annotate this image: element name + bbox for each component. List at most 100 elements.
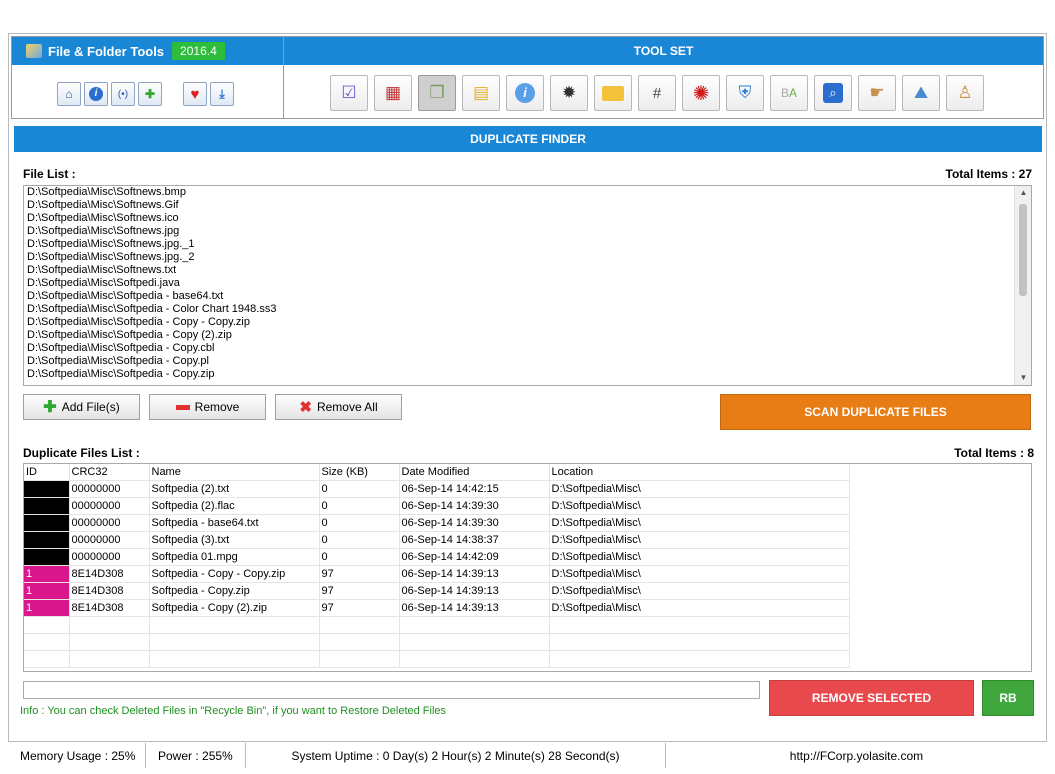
shield-icon[interactable]: ⛨ <box>726 75 764 111</box>
list-item[interactable]: D:\Softpedia\Misc\Softpedia - Copy.cbl <box>24 342 1031 355</box>
id-cell: 0 <box>24 531 70 549</box>
file-list-scrollbar[interactable]: ▲ ▼ <box>1014 186 1031 385</box>
broadcast-icon[interactable]: (•) <box>111 82 135 106</box>
crc-cell: 8E14D308 <box>69 599 150 617</box>
column-header-size[interactable]: Size (KB) <box>319 464 400 481</box>
id-cell: 0 <box>24 514 70 532</box>
size-cell: 0 <box>319 531 400 549</box>
add-files-button[interactable]: ✚ Add File(s) <box>23 394 140 420</box>
table-row[interactable]: 0 00000000 Softpedia 01.mpg 0 06-Sep-14 14:4… <box>24 548 850 566</box>
scroll-up-icon[interactable]: ▲ <box>1015 188 1031 197</box>
duplicate-list-label: Duplicate Files List : <box>23 446 140 460</box>
empty-table-row <box>24 633 850 651</box>
table-row[interactable]: 0 00000000 Softpedia (2).flac 0 06-Sep-14 14… <box>24 497 850 515</box>
empty-cell <box>319 616 400 634</box>
minus-icon <box>175 404 190 410</box>
list-item[interactable]: D:\Softpedia\Misc\Softpedia - Copy - Cop… <box>24 316 1031 329</box>
heart-icon[interactable]: ♥ <box>183 82 207 106</box>
add-files-label: Add File(s) <box>61 400 120 414</box>
date-cell: 06-Sep-14 14:39:13 <box>399 599 550 617</box>
list-item[interactable]: D:\Softpedia\Misc\Softnews.jpg._2 <box>24 251 1031 264</box>
list-item[interactable]: D:\Softpedia\Misc\Softpedi.java <box>24 277 1031 290</box>
nav-buttons-group-1: ⌂ i (•) ✚ <box>57 82 162 106</box>
empty-cell <box>549 633 850 651</box>
date-cell: 06-Sep-14 14:39:13 <box>399 565 550 583</box>
empty-cell <box>24 616 70 634</box>
list-item[interactable]: D:\Softpedia\Misc\Softnews.ico <box>24 212 1031 225</box>
table-row[interactable]: 1 8E14D308 Softpedia - Copy - Copy.zip 97 06… <box>24 565 850 583</box>
location-cell: D:\Softpedia\Misc\ <box>549 531 850 549</box>
file-list[interactable]: D:\Softpedia\Misc\Softnews.bmp D:\Softped… <box>23 185 1032 386</box>
column-header-id[interactable]: ID <box>24 464 70 481</box>
website-link[interactable]: http://FCorp.yolasite.com <box>666 743 1047 768</box>
notepad-icon[interactable]: ▤ <box>462 75 500 111</box>
gear-icon[interactable]: ✺ <box>682 75 720 111</box>
empty-cell <box>399 616 550 634</box>
language-icon[interactable]: BA <box>770 75 808 111</box>
app-title-bar: File & Folder Tools 2016.4 <box>12 37 283 65</box>
name-cell: Softpedia (2).flac <box>149 497 320 515</box>
list-item[interactable]: D:\Softpedia\Misc\Softnews.Gif <box>24 199 1031 212</box>
table-row[interactable]: 1 8E14D308 Softpedia - Copy.zip 97 06-Sep-14… <box>24 582 850 600</box>
date-cell: 06-Sep-14 14:39:13 <box>399 582 550 600</box>
duplicate-icon[interactable]: ❐ <box>418 75 456 111</box>
info-icon[interactable]: i <box>84 82 108 106</box>
scroll-down-icon[interactable]: ▼ <box>1015 373 1031 382</box>
remove-all-label: Remove All <box>316 400 378 414</box>
empty-cell <box>319 633 400 651</box>
handshake-icon[interactable]: ☛ <box>858 75 896 111</box>
search-icon[interactable]: ⌕ <box>814 75 852 111</box>
home-icon[interactable]: ⌂ <box>57 82 81 106</box>
list-item[interactable]: D:\Softpedia\Misc\Softpedia - Copy.pl <box>24 355 1031 368</box>
table-row[interactable]: 0 00000000 Softpedia - base64.txt 0 06-Sep-1… <box>24 514 850 532</box>
list-item[interactable]: D:\Softpedia\Misc\Softpedia - Copy (2).z… <box>24 329 1031 342</box>
column-header-name[interactable]: Name <box>149 464 320 481</box>
list-item[interactable]: D:\Softpedia\Misc\Softpedia - Color Char… <box>24 303 1031 316</box>
nav-buttons-group-2: ♥ ⤓ <box>183 82 234 106</box>
calendar-icon[interactable]: ▦ <box>374 75 412 111</box>
empty-cell <box>149 650 320 668</box>
hash-icon[interactable]: # <box>638 75 676 111</box>
user-lock-icon[interactable]: ♙ <box>946 75 984 111</box>
scan-duplicates-button[interactable]: SCAN DUPLICATE FILES <box>720 394 1031 430</box>
id-cell: 1 <box>24 565 70 583</box>
list-item[interactable]: D:\Softpedia\Misc\Softpedia - base64.txt <box>24 290 1031 303</box>
table-row[interactable]: 0 00000000 Softpedia (2).txt 0 06-Sep-14 14:… <box>24 480 850 498</box>
toolset-buttons: ☑ ▦ ❐ ▤ i ✹ # ✺ ⛨ BA ⌕ ☛ ⛰ ♙ <box>330 75 984 111</box>
size-cell: 0 <box>319 548 400 566</box>
location-cell: D:\Softpedia\Misc\ <box>549 582 850 600</box>
table-row[interactable]: 0 00000000 Softpedia (3).txt 0 06-Sep-14 14:… <box>24 531 850 549</box>
download-icon[interactable]: ⤓ <box>210 82 234 106</box>
column-header-location[interactable]: Location <box>549 464 850 481</box>
list-item[interactable]: D:\Softpedia\Misc\Softnews.txt <box>24 264 1031 277</box>
file-list-total: Total Items : 27 <box>945 167 1032 181</box>
toolset-panel: TOOL SET ☑ ▦ ❐ ▤ i ✹ # ✺ ⛨ BA ⌕ ☛ ⛰ ♙ <box>284 36 1044 119</box>
list-item[interactable]: D:\Softpedia\Misc\Softnews.bmp <box>24 186 1031 199</box>
column-header-crc32[interactable]: CRC32 <box>69 464 150 481</box>
table-row[interactable]: 1 8E14D308 Softpedia - Copy (2).zip 97 06-Se… <box>24 599 850 617</box>
remove-selected-button[interactable]: REMOVE SELECTED <box>769 680 974 716</box>
list-item[interactable]: D:\Softpedia\Misc\Softnews.jpg <box>24 225 1031 238</box>
duplicate-table-grid: ID CRC32 Name Size (KB) Date Modified Lo… <box>24 464 850 668</box>
info-icon[interactable]: i <box>506 75 544 111</box>
date-cell: 06-Sep-14 14:42:15 <box>399 480 550 498</box>
checklist-icon[interactable]: ☑ <box>330 75 368 111</box>
duplicate-files-table[interactable]: ID CRC32 Name Size (KB) Date Modified Lo… <box>23 463 1032 672</box>
scroll-thumb[interactable] <box>1019 204 1027 296</box>
column-header-date[interactable]: Date Modified <box>399 464 550 481</box>
image-icon[interactable]: ⛰ <box>902 75 940 111</box>
date-cell: 06-Sep-14 14:39:30 <box>399 497 550 515</box>
remove-button[interactable]: Remove <box>149 394 266 420</box>
name-cell: Softpedia - Copy - Copy.zip <box>149 565 320 583</box>
plus-icon: ✚ <box>43 399 57 416</box>
list-item[interactable]: D:\Softpedia\Misc\Softpedia - Copy.zip <box>24 368 1031 381</box>
remove-all-button[interactable]: ✖ Remove All <box>275 394 402 420</box>
folder-icon[interactable] <box>594 75 632 111</box>
recycle-bin-button[interactable]: RB <box>982 680 1034 716</box>
list-item[interactable]: D:\Softpedia\Misc\Softnews.jpg._1 <box>24 238 1031 251</box>
bug-icon[interactable]: ✹ <box>550 75 588 111</box>
size-cell: 0 <box>319 497 400 515</box>
location-cell: D:\Softpedia\Misc\ <box>549 480 850 498</box>
name-cell: Softpedia - Copy (2).zip <box>149 599 320 617</box>
add-favorite-icon[interactable]: ✚ <box>138 82 162 106</box>
